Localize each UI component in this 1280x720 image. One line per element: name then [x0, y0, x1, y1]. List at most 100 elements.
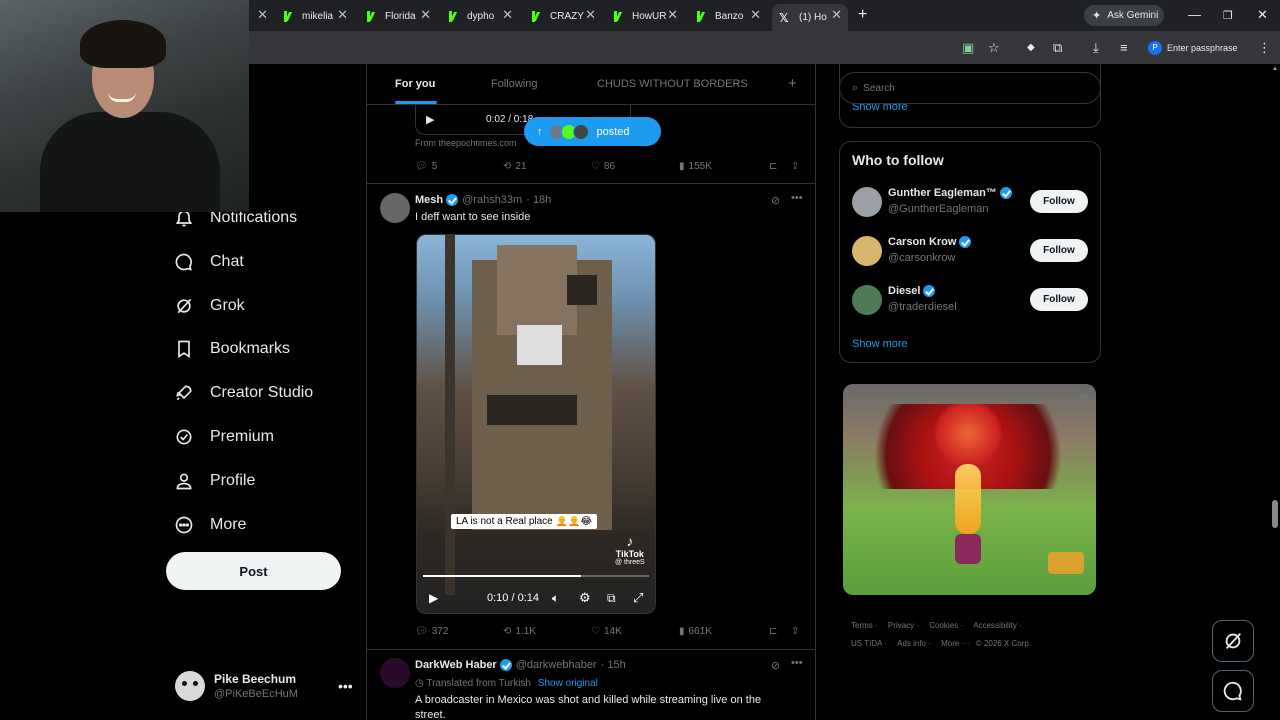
repost-button[interactable]: ⟲ 1.1K [503, 626, 536, 637]
puzzle-icon[interactable]: ⧉ [1053, 40, 1062, 56]
nav-item-creator-studio[interactable]: Creator Studio [174, 383, 313, 403]
show-original-link[interactable]: Show original [538, 678, 598, 689]
footer-link[interactable]: Accessibility [973, 621, 1017, 630]
browser-tab-3[interactable]: dypho ✕ [449, 4, 519, 28]
restore-icon[interactable]: ❐ [1223, 9, 1233, 22]
footer-link[interactable]: More ··· [941, 639, 969, 648]
more-dots-icon[interactable]: ••• [791, 657, 803, 669]
views-button[interactable]: ▮ 155K [679, 161, 712, 172]
suggestion-handle: @GuntherEagleman [888, 203, 989, 215]
menu-dots-icon[interactable]: ⋮ [1258, 40, 1271, 56]
passphrase-button[interactable]: P Enter passphrase [1148, 38, 1244, 57]
close-icon[interactable]: ✕ [337, 7, 348, 23]
tweet-video[interactable]: LA is not a Real place 🧑‍🦲🧑‍🦲😂 ♪ TikTok @ … [416, 234, 656, 614]
like-button[interactable]: ♡ 14K [591, 626, 622, 637]
minimize-icon[interactable]: — [1188, 7, 1201, 22]
nav-item-premium[interactable]: Premium [174, 427, 274, 447]
tab-close-partial[interactable]: ✕ [254, 4, 268, 28]
nav-item-grok[interactable]: Grok [174, 296, 245, 316]
download-icon[interactable]: ⤓ [1093, 40, 1099, 56]
tab-chuds-without-borders[interactable]: CHUDS WITHOUT BORDERS [597, 78, 748, 90]
author-name[interactable]: DarkWeb Haber [415, 659, 497, 671]
window-close-icon[interactable]: ✕ [1257, 7, 1268, 23]
avatar[interactable] [380, 658, 410, 688]
follow-button[interactable]: Follow [1030, 239, 1088, 262]
tweet-time[interactable]: · 15h [601, 659, 626, 671]
media-control-icon[interactable]: ≡ [1120, 40, 1128, 55]
ad-image[interactable]: ··· [843, 384, 1096, 595]
nav-item-chat[interactable]: Chat [174, 252, 244, 272]
browser-tab-2[interactable]: Florida ✕ [367, 4, 437, 28]
tweet-time[interactable]: · 18h [526, 194, 551, 206]
like-button[interactable]: ♡ 86 [591, 161, 615, 172]
link-source[interactable]: From theepochtimes.com [415, 138, 517, 148]
show-more-link[interactable]: Show more [852, 338, 908, 350]
follow-button[interactable]: Follow [1030, 288, 1088, 311]
chat-float-button[interactable] [1212, 670, 1254, 712]
more-dots-icon[interactable]: ••• [791, 192, 803, 204]
footer-link[interactable]: Cookies [929, 621, 958, 630]
close-icon[interactable]: ✕ [667, 7, 678, 23]
more-dots-icon[interactable]: ••• [338, 678, 353, 694]
bookmark-icon[interactable]: ⊏ [769, 161, 777, 172]
nav-item-more[interactable]: More [174, 515, 246, 535]
install-app-icon[interactable]: ▣ [962, 40, 974, 56]
volume-icon[interactable]: 🔈︎ [552, 591, 559, 606]
bookmark-star-icon[interactable]: ☆ [988, 40, 1000, 56]
follow-suggestion[interactable]: Gunther Eagleman™ @GuntherEagleman Follo… [852, 187, 1092, 219]
footer-link[interactable]: US TIDA [851, 639, 882, 648]
bookmark-icon[interactable]: ⊏ [769, 626, 777, 637]
play-icon[interactable]: ▶ [426, 113, 434, 126]
pip-icon[interactable]: ⧉ [607, 591, 616, 606]
follow-suggestion[interactable]: Diesel @traderdiesel Follow [852, 285, 1092, 317]
tab-for-you[interactable]: For you [395, 78, 435, 90]
reply-button[interactable]: 💬︎ 372 [415, 626, 448, 637]
avatar[interactable] [380, 193, 410, 223]
extension-icon[interactable]: ◆ [1027, 42, 1035, 53]
grok-float-button[interactable] [1212, 620, 1254, 662]
new-tab-button[interactable]: + [858, 6, 867, 24]
browser-tab-1[interactable]: mikelia ✕ [284, 4, 354, 28]
author-name[interactable]: Mesh [415, 194, 443, 206]
nav-item-bookmarks[interactable]: Bookmarks [174, 339, 290, 359]
author-handle[interactable]: @darkwebhaber [516, 659, 597, 671]
close-icon[interactable]: ✕ [502, 7, 513, 23]
grok-icon[interactable]: ⊘ [771, 194, 780, 207]
close-icon[interactable]: ✕ [831, 7, 842, 23]
browser-tab-6[interactable]: Banzo ✕ [697, 4, 767, 28]
browser-tab-5[interactable]: HowUR ✕ [614, 4, 684, 28]
settings-icon[interactable]: ⚙ [579, 590, 591, 606]
share-icon[interactable]: ⇪ [791, 161, 799, 172]
search-input[interactable]: ⌕ Search [839, 72, 1101, 104]
footer-link[interactable]: Privacy [888, 621, 914, 630]
browser-tab-active[interactable]: 𝕏 (1) Ho ✕ [772, 4, 848, 31]
close-icon[interactable]: ✕ [420, 7, 431, 23]
footer-link[interactable]: Ads info [897, 639, 926, 648]
follow-suggestion[interactable]: Carson Krow @carsonkrow Follow [852, 236, 1092, 268]
play-icon[interactable]: ▶ [429, 591, 438, 605]
add-tab-icon[interactable]: + [788, 75, 797, 92]
author-handle[interactable]: @rahsh33m [462, 194, 522, 206]
reply-button[interactable]: 💬︎ 5 [415, 161, 437, 172]
grok-icon[interactable]: ⊘ [771, 659, 780, 672]
close-icon[interactable]: ✕ [585, 7, 596, 23]
account-switcher[interactable]: Pike Beechum @PiKeBeEcHuM [175, 671, 298, 701]
close-icon[interactable]: ✕ [750, 7, 761, 23]
repost-button[interactable]: ⟲ 21 [503, 161, 527, 172]
scrollbar-thumb[interactable] [1272, 500, 1278, 528]
new-posts-pill[interactable]: ↑ posted [524, 117, 661, 146]
browser-tab-4[interactable]: CRAZY ✕ [532, 4, 602, 28]
ask-gemini-button[interactable]: ✦ Ask Gemini [1084, 5, 1164, 26]
scroll-up-icon[interactable]: ▲ [1272, 66, 1278, 72]
post-button[interactable]: Post [166, 552, 341, 590]
fullscreen-icon[interactable]: ⤢ [633, 590, 643, 606]
follow-button[interactable]: Follow [1030, 190, 1088, 213]
views-button[interactable]: ▮ 661K [679, 626, 712, 637]
footer-link[interactable]: Terms [851, 621, 873, 630]
page-scrollbar[interactable]: ▲ [1270, 64, 1280, 720]
tab-following[interactable]: Following [491, 78, 537, 90]
video-progress[interactable] [423, 575, 649, 577]
ad-more-icon[interactable]: ··· [1078, 388, 1090, 402]
nav-item-profile[interactable]: Profile [174, 471, 255, 491]
share-icon[interactable]: ⇪ [791, 626, 799, 637]
